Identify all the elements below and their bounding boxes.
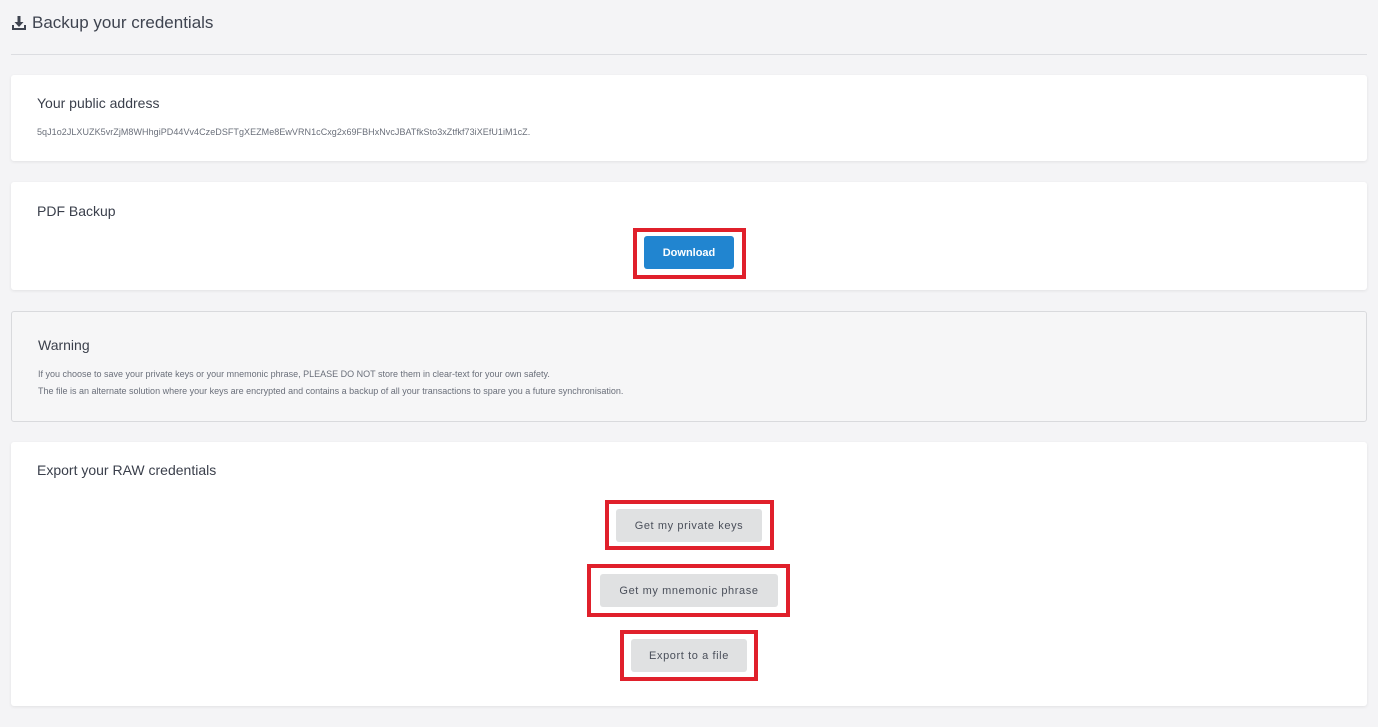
get-private-keys-button[interactable]: Get my private keys <box>616 509 762 542</box>
download-button[interactable]: Download <box>644 236 734 269</box>
page-title-wrap: Backup your credentials <box>11 12 213 34</box>
page: Backup your credentials Your public addr… <box>0 0 1378 727</box>
page-header: Backup your credentials <box>11 0 1367 55</box>
public-address-card: Your public address 5qJ1o2JLXUZK5vrZjM8W… <box>11 75 1367 161</box>
warning-line-2: The file is an alternate solution where … <box>38 386 624 396</box>
public-address-value: 5qJ1o2JLXUZK5vrZjM8WHhgiPD44Vv4CzeDSFTgX… <box>37 127 531 137</box>
raw-export-title: Export your RAW credentials <box>37 462 217 478</box>
public-address-title: Your public address <box>37 95 160 111</box>
warning-title: Warning <box>38 337 90 353</box>
warning-box: Warning If you choose to save your priva… <box>11 311 1367 422</box>
pdf-backup-title: PDF Backup <box>37 203 116 219</box>
export-file-button[interactable]: Export to a file <box>631 639 747 672</box>
warning-line-1: If you choose to save your private keys … <box>38 369 550 379</box>
download-icon <box>12 16 26 30</box>
get-mnemonic-button[interactable]: Get my mnemonic phrase <box>600 574 778 607</box>
page-title: Backup your credentials <box>32 13 214 32</box>
